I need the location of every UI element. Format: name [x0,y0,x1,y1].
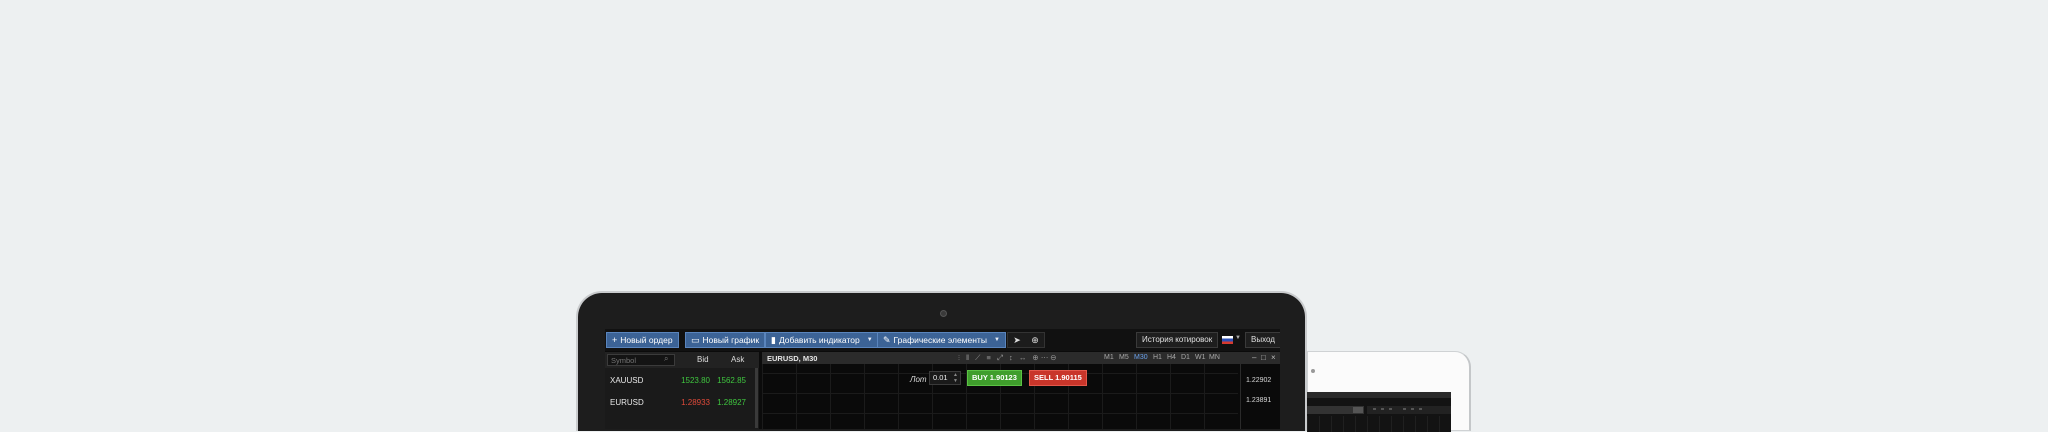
tablet-toolbar [1307,392,1451,398]
tablet-screen [1307,392,1451,432]
pointer-tools: ➤ ⊕ [1007,332,1045,348]
symbol-cell: XAUUSD [610,376,644,385]
table-row[interactable]: EURUSD 1.28933 1.28927 [605,392,755,412]
laptop-device: + Новый ордер ▭ Новый график ▮ Добавить … [576,291,1307,431]
tablet-device [1307,351,1471,432]
tablet-camera [1311,369,1315,373]
ask-cell: 1562.85 [717,376,746,385]
tablet-tool-dot [1389,408,1392,410]
graphic-elements-label: Графические элементы [893,335,987,345]
chart-window-icon: ▭ [691,335,700,345]
market-watch-panel: ⌕ Bid Ask XAUUSD 1523.80 1562.85 EURUSD … [605,352,759,429]
tablet-chart-header [1367,406,1451,414]
bid-cell: 1523.80 [681,376,710,385]
chevron-down-icon: ▼ [1235,335,1241,341]
timeframe-d1[interactable]: D1 [1181,354,1190,361]
lot-label: Лот [910,375,927,384]
crosshair-icon[interactable]: ⊕ [1031,335,1039,346]
close-icon[interactable]: × [1271,353,1276,362]
table-row[interactable]: XAUUSD 1523.80 1562.85 [605,370,755,390]
trading-terminal-screen: + Новый ордер ▭ Новый график ▮ Добавить … [605,329,1280,429]
add-indicator-label: Добавить индикатор [778,335,860,345]
quote-history-button[interactable]: История котировок [1136,332,1219,348]
chart-type-tools[interactable]: ⫶ ǁ ⟋ ≡ ⤢ ↕ ↔ ⊕⋯⊖ [958,353,1059,363]
chevron-down-icon: ▼ [866,337,873,343]
new-chart-label: Новый график [702,335,760,345]
chart-header: EURUSD, M30 ⫶ ǁ ⟋ ≡ ⤢ ↕ ↔ ⊕⋯⊖ M1 M5 M30 … [762,352,1280,364]
buy-button[interactable]: BUY 1.90123 [967,370,1022,386]
add-indicator-button[interactable]: ▮ Добавить индикатор ▼ [765,332,879,348]
chevron-down-icon: ▼ [993,337,1000,343]
new-chart-button[interactable]: ▭ Новый график [685,332,766,348]
tablet-tool-dot [1373,408,1376,410]
tablet-tool-dot [1403,408,1406,410]
drawing-tools-icon: ✎ [883,335,891,345]
plus-icon: + [612,335,618,345]
search-icon: ⌕ [664,354,669,363]
timeframe-m1[interactable]: M1 [1104,354,1114,361]
symbol-cell: EURUSD [610,398,644,407]
watchlist-scrollbar[interactable] [755,368,758,428]
price-label: 1.23891 [1246,397,1272,404]
tablet-header-chip [1353,407,1363,413]
new-order-label: Новый ордер [620,335,673,345]
price-label: 1.22902 [1246,377,1272,384]
main-toolbar: + Новый ордер ▭ Новый график ▮ Добавить … [605,329,1280,351]
language-flag-icon[interactable] [1222,336,1233,344]
bar-chart-icon: ▮ [771,335,776,345]
tablet-tool-dot [1419,408,1422,410]
ask-column-header: Ask [731,355,745,364]
chart-window: EURUSD, M30 ⫶ ǁ ⟋ ≡ ⤢ ↕ ↔ ⊕⋯⊖ M1 M5 M30 … [762,352,1280,429]
tablet-chart-grid [1307,416,1451,432]
price-axis: 1.22902 1.23891 [1240,364,1280,429]
timeframe-w1[interactable]: W1 [1195,354,1206,361]
timeframe-m30[interactable]: M30 [1134,354,1148,361]
ask-cell: 1.28927 [717,398,746,407]
timeframe-h4[interactable]: H4 [1167,354,1176,361]
tablet-tool-dot [1411,408,1414,410]
timeframe-m5[interactable]: M5 [1119,354,1129,361]
market-watch-header: ⌕ Bid Ask [605,352,759,368]
laptop-camera [940,310,947,317]
bid-column-header: Bid [697,355,709,364]
timeframe-mn[interactable]: MN [1209,354,1220,361]
graphic-elements-button[interactable]: ✎ Графические элементы ▼ [877,332,1006,348]
cursor-arrow-icon[interactable]: ➤ [1013,335,1021,346]
chart-title: EURUSD, M30 [767,354,818,363]
lot-value: 0.01 [933,373,948,382]
tablet-tool-dot [1381,408,1384,410]
lot-size-stepper[interactable]: 0.01 ▲ ▼ [929,371,961,385]
minimize-icon[interactable]: – [1252,353,1256,362]
new-order-button[interactable]: + Новый ордер [606,332,679,348]
sell-button[interactable]: SELL 1.90115 [1029,370,1087,386]
maximize-icon[interactable]: □ [1261,353,1266,362]
exit-button[interactable]: Выход [1245,332,1280,348]
timeframe-h1[interactable]: H1 [1153,354,1162,361]
bid-cell: 1.28933 [681,398,710,407]
stepper-arrows-icon[interactable]: ▲ ▼ [953,372,958,384]
